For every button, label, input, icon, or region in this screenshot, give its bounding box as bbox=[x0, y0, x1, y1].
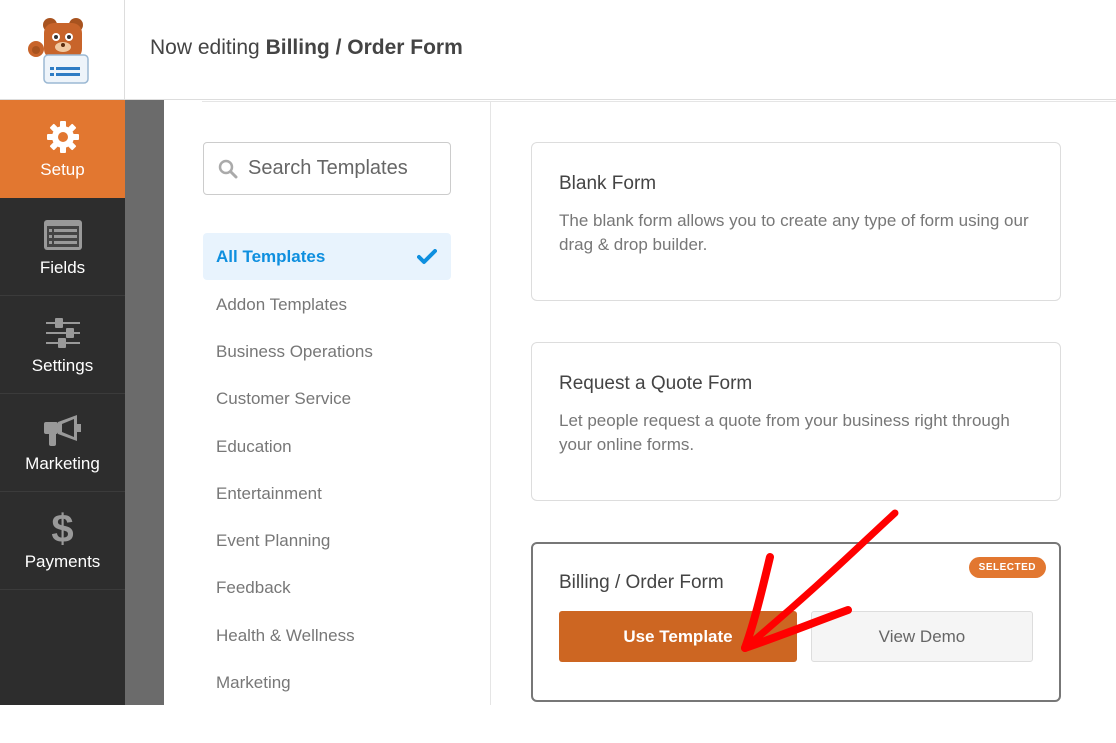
title-prefix: Now editing bbox=[150, 36, 260, 59]
category-item[interactable]: Entertainment bbox=[203, 470, 451, 517]
category-list: All Templates Addon Templates Business O… bbox=[203, 233, 451, 707]
template-card-blank-form[interactable]: Blank Form The blank form allows you to … bbox=[531, 142, 1061, 301]
page-title: Now editing Billing / Order Form bbox=[150, 36, 463, 60]
template-card-billing-order[interactable]: SELECTED Billing / Order Form Use Templa… bbox=[531, 542, 1061, 702]
sidebar-item-label: Fields bbox=[39, 257, 86, 277]
category-label: Feedback bbox=[216, 578, 291, 598]
category-label: Health & Wellness bbox=[216, 625, 355, 645]
template-card-request-quote[interactable]: Request a Quote Form Let people request … bbox=[531, 342, 1061, 501]
category-panel: All Templates Addon Templates Business O… bbox=[164, 101, 491, 705]
category-item[interactable]: Customer Service bbox=[203, 376, 451, 423]
category-item[interactable]: Marketing bbox=[203, 659, 451, 706]
use-template-button[interactable]: Use Template bbox=[559, 611, 797, 662]
view-demo-button[interactable]: View Demo bbox=[810, 611, 1033, 662]
sidebar-item-settings[interactable]: Settings bbox=[0, 296, 125, 394]
category-label: Education bbox=[216, 436, 292, 456]
category-label: All Templates bbox=[216, 246, 326, 266]
category-item[interactable]: Addon Templates bbox=[203, 281, 451, 328]
search-input[interactable] bbox=[248, 157, 438, 180]
megaphone-icon bbox=[43, 412, 83, 450]
sidebar-item-label: Payments bbox=[24, 551, 101, 571]
category-item[interactable]: Business Operations bbox=[203, 328, 451, 375]
checkmark-icon bbox=[417, 248, 437, 264]
sidebar-item-marketing[interactable]: Marketing bbox=[0, 394, 125, 492]
form-name: Billing / Order Form bbox=[265, 36, 463, 59]
sidebar-item-fields[interactable]: Fields bbox=[0, 198, 125, 296]
category-item[interactable]: Feedback bbox=[203, 565, 451, 612]
template-description: The blank form allows you to create any … bbox=[559, 211, 1029, 254]
logo[interactable] bbox=[0, 0, 125, 100]
category-item[interactable]: Health & Wellness bbox=[203, 612, 451, 659]
sidebar-item-label: Setup bbox=[40, 159, 85, 179]
sliders-icon bbox=[45, 314, 81, 352]
category-label: Event Planning bbox=[216, 531, 331, 551]
panel-gutter bbox=[125, 100, 164, 705]
category-label: Marketing bbox=[216, 673, 291, 693]
template-list: Blank Form The blank form allows you to … bbox=[531, 142, 1061, 743]
category-item[interactable]: Event Planning bbox=[203, 517, 451, 564]
category-item[interactable]: Education bbox=[203, 423, 451, 470]
template-description: Let people request a quote from your bus… bbox=[559, 411, 1010, 454]
sidebar-item-label: Settings bbox=[31, 355, 94, 375]
search-box[interactable] bbox=[203, 142, 451, 195]
dollar-icon: $ bbox=[51, 506, 74, 551]
category-label: Business Operations bbox=[216, 341, 373, 361]
gear-icon bbox=[45, 118, 81, 156]
sidebar: Setup Fields Settings Marketing $ Paymen… bbox=[0, 100, 125, 705]
fields-list-icon bbox=[43, 216, 83, 254]
template-title: Blank Form bbox=[559, 173, 657, 194]
sidebar-item-payments[interactable]: $ Payments bbox=[0, 492, 125, 590]
header: Now editing Billing / Order Form bbox=[0, 0, 1116, 100]
selected-badge: SELECTED bbox=[968, 557, 1046, 578]
category-item-all-templates[interactable]: All Templates bbox=[203, 233, 451, 280]
search-icon bbox=[218, 159, 238, 178]
template-title: Request a Quote Form bbox=[559, 373, 753, 394]
category-label: Customer Service bbox=[216, 389, 352, 409]
template-title: Billing / Order Form bbox=[559, 572, 724, 593]
bear-logo-icon bbox=[28, 18, 89, 84]
sidebar-item-label: Marketing bbox=[25, 453, 100, 473]
category-label: Addon Templates bbox=[216, 294, 348, 314]
template-picker: All Templates Addon Templates Business O… bbox=[164, 101, 1116, 705]
category-label: Entertainment bbox=[216, 483, 322, 503]
sidebar-item-setup[interactable]: Setup bbox=[0, 100, 125, 198]
template-actions: Use Template View Demo bbox=[559, 611, 1033, 662]
